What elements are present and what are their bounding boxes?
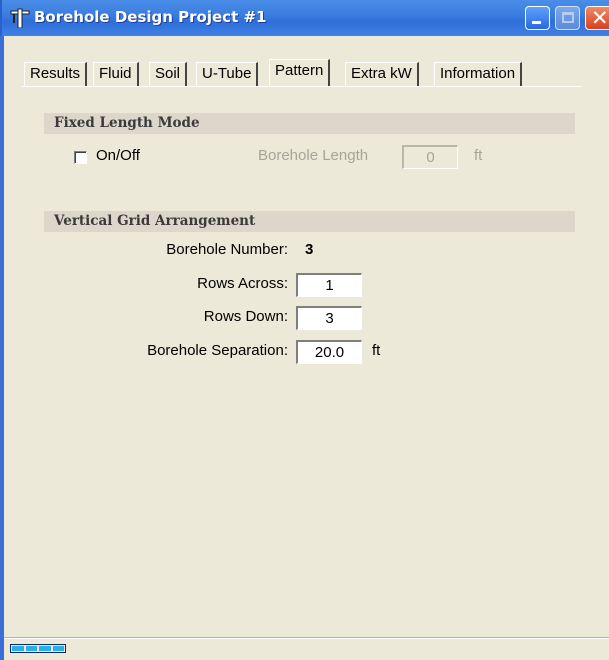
tab-fluid[interactable]: Fluid [93, 62, 139, 86]
close-button[interactable]: ✕ [585, 6, 609, 30]
borehole-design-window: Borehole Design Project #1 ✕ Results Flu… [0, 0, 609, 660]
tab-u-tube[interactable]: U-Tube [196, 62, 259, 86]
on-off-checkbox[interactable] [74, 151, 87, 164]
minimize-icon [532, 21, 541, 24]
borehole-number-label: Borehole Number: [166, 241, 288, 258]
fixed-length-header: Fixed Length Mode [44, 113, 575, 134]
borehole-length-label: Borehole Length [258, 147, 369, 164]
maximize-button[interactable] [555, 6, 580, 30]
on-off-label: On/Off [96, 147, 140, 164]
tab-results[interactable]: Results [24, 62, 88, 86]
tab-information[interactable]: Information [434, 62, 523, 86]
borehole-separation-unit: ft [372, 342, 381, 359]
progress-indicator [10, 644, 66, 653]
progress-segment [52, 646, 64, 651]
progress-segment [39, 646, 51, 651]
tab-divider [22, 86, 582, 87]
borehole-length-field[interactable]: 0 [402, 145, 458, 169]
tab-extra-kw[interactable]: Extra kW [345, 62, 419, 86]
minimize-button[interactable] [525, 6, 550, 30]
borehole-length-unit: ft [474, 147, 483, 164]
borehole-separation-label: Borehole Separation: [147, 342, 288, 359]
maximize-icon [562, 12, 574, 23]
progress-segment [25, 646, 37, 651]
tab-soil[interactable]: Soil [149, 62, 188, 86]
rows-down-label: Rows Down: [203, 308, 288, 325]
tab-pattern[interactable]: Pattern [269, 59, 331, 86]
rows-across-label: Rows Across: [197, 275, 288, 292]
rows-across-field[interactable]: 1 [296, 273, 362, 297]
status-divider-highlight [4, 638, 609, 639]
title-bar[interactable]: Borehole Design Project #1 ✕ [0, 0, 609, 36]
window-title: Borehole Design Project #1 [34, 8, 267, 26]
progress-segment [12, 646, 24, 651]
window-frame-left [0, 36, 4, 660]
borehole-number-value: 3 [305, 241, 314, 258]
drill-rig-icon [10, 8, 30, 28]
vertical-grid-header: Vertical Grid Arrangement [44, 211, 575, 232]
close-icon: ✕ [591, 6, 609, 30]
borehole-separation-field[interactable]: 20.0 [296, 340, 362, 364]
rows-down-field[interactable]: 3 [296, 306, 362, 330]
